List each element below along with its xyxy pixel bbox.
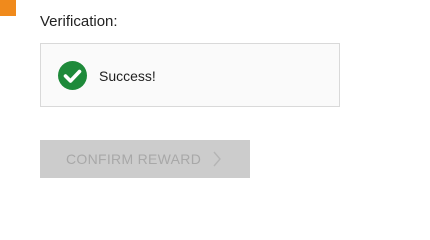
- status-text: Success!: [99, 68, 156, 84]
- check-circle-icon: [58, 61, 87, 90]
- verification-label: Verification:: [40, 13, 118, 30]
- verification-page: Verification: Success! CONFIRM REWARD: [0, 0, 430, 235]
- corner-accent: [0, 0, 16, 16]
- confirm-reward-button[interactable]: CONFIRM REWARD: [40, 140, 250, 178]
- confirm-reward-label: CONFIRM REWARD: [66, 151, 202, 167]
- chevron-right-icon: [213, 151, 221, 167]
- verification-status-box: Success!: [40, 43, 340, 107]
